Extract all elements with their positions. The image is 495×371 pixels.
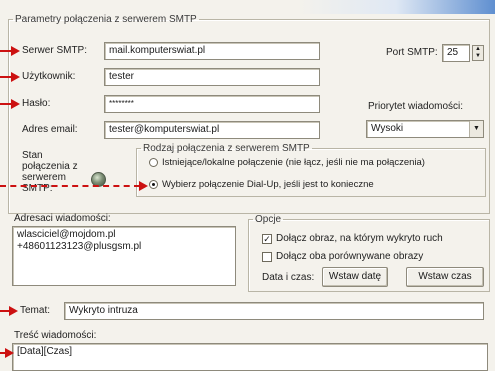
spin-down-icon[interactable]: ▼ <box>473 53 483 60</box>
attach-both-label[interactable]: Dołącz oba porównywane obrazy <box>276 251 423 262</box>
annotation-arrow-icon <box>11 46 20 56</box>
smtp-parameters-legend: Parametry połączenia z serwerem SMTP <box>15 14 197 25</box>
priority-label: Priorytet wiadomości: <box>368 101 464 112</box>
body-text: [Data][Czas] <box>17 346 73 357</box>
priority-select[interactable]: Wysoki ▼ <box>366 120 484 138</box>
subject-input[interactable]: Wykryto intruza <box>64 302 484 320</box>
attach-image-label[interactable]: Dołącz obraz, na którym wykryto ruch <box>276 233 443 244</box>
body-textarea[interactable]: [Data][Czas] <box>12 343 488 371</box>
datetime-label: Data i czas: <box>262 272 315 283</box>
port-spinner[interactable]: ▲ ▼ <box>472 45 484 61</box>
annotation-arrow-icon <box>11 72 20 82</box>
radio-dialup-connection[interactable] <box>149 180 158 189</box>
user-label: Użytkownik: <box>22 71 76 82</box>
annotation-arrow-icon <box>139 181 148 191</box>
insert-date-button[interactable]: Wstaw datę <box>322 267 388 287</box>
email-input[interactable]: tester@komputerswiat.pl <box>104 121 320 139</box>
subject-label: Temat: <box>20 305 51 316</box>
options-legend: Opcje <box>255 214 282 225</box>
attach-image-checkbox[interactable]: ✓ <box>262 234 272 244</box>
recipients-label: Adresaci wiadomości: <box>14 213 111 224</box>
password-input[interactable]: ******** <box>104 95 320 113</box>
password-label: Hasło: <box>22 98 51 109</box>
email-label: Adres email: <box>22 124 78 135</box>
radio-lan-label[interactable]: Istniejące/lokalne połączenie (nie łącz,… <box>162 157 425 168</box>
body-label: Treść wiadomości: <box>14 330 97 341</box>
server-input[interactable]: mail.komputerswiat.pl <box>104 42 320 60</box>
annotation-arrow-icon <box>5 348 14 358</box>
connection-type-legend: Rodzaj połączenia z serwerem SMTP <box>143 143 310 154</box>
spin-up-icon[interactable]: ▲ <box>473 46 483 53</box>
connection-status-label: Stan połączenia z serwerem SMTP: <box>22 150 78 194</box>
title-bar-gradient <box>0 0 495 14</box>
recipient-line: +48601123123@plusgsm.pl <box>17 241 142 252</box>
insert-time-button[interactable]: Wstaw czas <box>406 267 484 287</box>
annotation-arrow-icon <box>11 99 20 109</box>
recipients-textarea[interactable]: wlasciciel@mojdom.pl +48601123123@plusgs… <box>12 226 236 286</box>
radio-dialup-label[interactable]: Wybierz połączenie Dial-Up, jeśli jest t… <box>162 179 374 190</box>
priority-select-value: Wysoki <box>371 123 404 134</box>
port-label: Port SMTP: <box>386 47 438 58</box>
attach-both-checkbox[interactable] <box>262 252 272 262</box>
chevron-down-icon[interactable]: ▼ <box>469 121 483 137</box>
annotation-arrow-icon <box>9 306 18 316</box>
radio-lan-connection[interactable] <box>149 158 158 167</box>
recipient-line: wlasciciel@mojdom.pl <box>17 229 116 240</box>
annotation-dashed-arrow-line <box>0 185 140 187</box>
user-input[interactable]: tester <box>104 68 320 86</box>
server-label: Serwer SMTP: <box>22 45 88 56</box>
port-input[interactable]: 25 <box>442 44 470 62</box>
